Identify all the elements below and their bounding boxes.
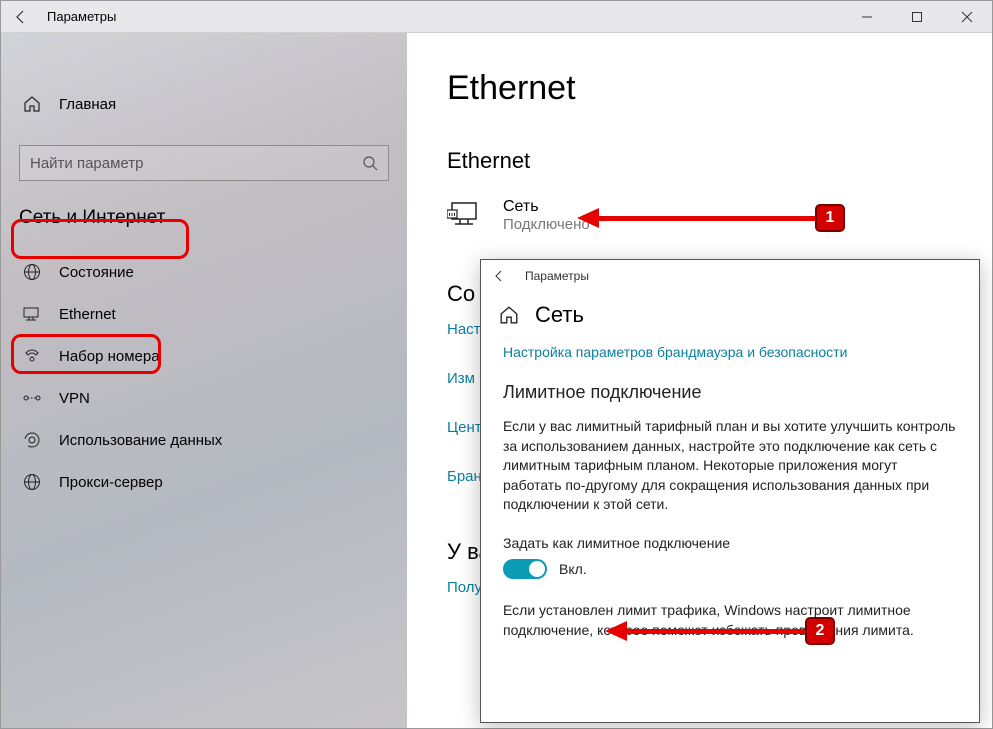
- back-icon[interactable]: [493, 270, 505, 282]
- proxy-icon: [23, 473, 41, 491]
- callout-badge: 1: [815, 204, 845, 232]
- sidebar-item-label: Прокси-сервер: [59, 474, 163, 491]
- sidebar: Главная Сеть и Интернет Состояние: [1, 33, 407, 728]
- firewall-link[interactable]: Настройка параметров брандмауэра и безоп…: [503, 344, 957, 360]
- ethernet-icon: [23, 305, 41, 323]
- toggle-state: Вкл.: [559, 561, 587, 577]
- sidebar-item-label: VPN: [59, 390, 90, 407]
- annotation-highlight-ethernet: [11, 334, 161, 374]
- overlay-titlebar: Параметры: [481, 260, 979, 292]
- sidebar-item-proxy[interactable]: Прокси-сервер: [1, 461, 407, 503]
- annotation-highlight-group: [11, 219, 189, 259]
- sidebar-item-label: Ethernet: [59, 306, 116, 323]
- search-input[interactable]: [30, 155, 362, 172]
- toggle-label: Задать как лимитное подключение: [503, 535, 957, 551]
- annotation-callout-1: 1: [577, 204, 845, 232]
- sidebar-item-ethernet[interactable]: Ethernet: [1, 293, 407, 335]
- sidebar-home-label: Главная: [59, 96, 116, 113]
- section-title: Ethernet: [447, 148, 968, 174]
- home-icon[interactable]: [499, 305, 519, 325]
- overlay-title: Параметры: [525, 269, 589, 283]
- annotation-callout-2: 2: [605, 617, 835, 645]
- metered-description: Если у вас лимитный тарифный план и вы х…: [503, 417, 957, 515]
- search-box[interactable]: [19, 145, 389, 181]
- sidebar-item-label: Использование данных: [59, 432, 222, 449]
- metered-heading: Лимитное подключение: [503, 382, 957, 403]
- data-icon: [23, 431, 41, 449]
- sidebar-item-label: Состояние: [59, 264, 134, 281]
- sidebar-item-datausage[interactable]: Использование данных: [1, 419, 407, 461]
- network-settings-overlay: Параметры Сеть Настройка параметров бран…: [480, 259, 980, 723]
- titlebar: Параметры: [1, 1, 992, 33]
- page-title: Ethernet: [447, 69, 968, 108]
- vpn-icon: [23, 391, 41, 405]
- globe-icon: [23, 263, 41, 281]
- callout-badge: 2: [805, 617, 835, 645]
- search-icon: [362, 155, 378, 171]
- sidebar-home[interactable]: Главная: [1, 83, 407, 125]
- minimize-button[interactable]: [842, 1, 892, 33]
- maximize-button[interactable]: [892, 1, 942, 33]
- sidebar-item-vpn[interactable]: VPN: [1, 377, 407, 419]
- network-monitor-icon: [447, 200, 481, 230]
- overlay-heading: Сеть: [535, 302, 584, 328]
- close-button[interactable]: [942, 1, 992, 33]
- window-title: Параметры: [41, 9, 842, 24]
- back-button[interactable]: [1, 10, 41, 24]
- home-icon: [23, 95, 41, 113]
- metered-toggle[interactable]: [503, 559, 547, 579]
